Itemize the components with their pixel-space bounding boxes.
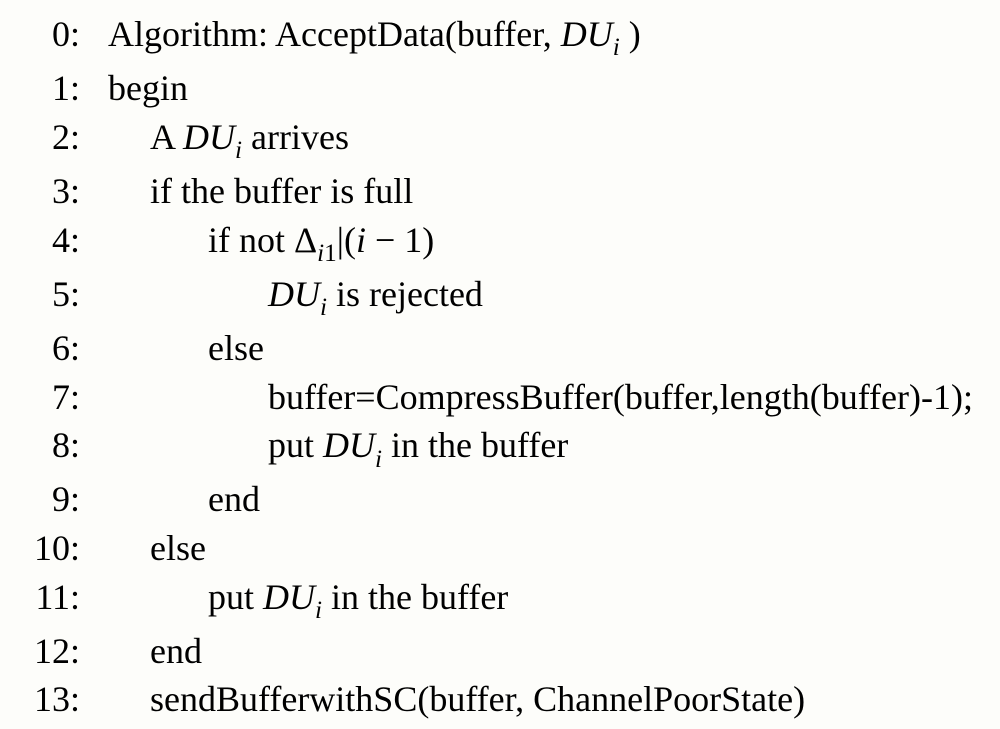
line-number: 1: bbox=[10, 64, 108, 113]
line-code: DUi is rejected bbox=[108, 270, 483, 324]
line-code: end bbox=[108, 627, 202, 676]
line-number: 5: bbox=[10, 270, 108, 319]
line-number: 2: bbox=[10, 113, 108, 162]
line-number: 7: bbox=[10, 373, 108, 422]
line-code: end bbox=[108, 475, 260, 524]
line-code: put DUi in the buffer bbox=[108, 421, 568, 475]
line-code: put DUi in the buffer bbox=[108, 573, 508, 627]
line-code: A DUi arrives bbox=[108, 113, 349, 167]
line-code: Algorithm: AcceptData(buffer, DUi ) bbox=[108, 10, 641, 64]
line-number: 13: bbox=[10, 675, 108, 724]
line-number: 14: bbox=[10, 724, 108, 729]
algorithm-listing: 0: Algorithm: AcceptData(buffer, DUi ) 1… bbox=[0, 0, 1000, 729]
line-code: if not Δi1|(i − 1) bbox=[108, 216, 434, 270]
algo-line: 7: buffer=CompressBuffer(buffer,length(b… bbox=[10, 373, 980, 422]
algo-line: 3: if the buffer is full bbox=[10, 167, 980, 216]
line-number: 3: bbox=[10, 167, 108, 216]
algo-line: 4: if not Δi1|(i − 1) bbox=[10, 216, 980, 270]
line-number: 9: bbox=[10, 475, 108, 524]
line-code: if the buffer is full bbox=[108, 167, 413, 216]
line-code: else bbox=[108, 524, 206, 573]
algo-line: 0: Algorithm: AcceptData(buffer, DUi ) bbox=[10, 10, 980, 64]
line-code: else bbox=[108, 324, 264, 373]
algo-line: 1: begin bbox=[10, 64, 980, 113]
line-number: 6: bbox=[10, 324, 108, 373]
line-code: sendBufferwithSC(buffer, ChannelPoorStat… bbox=[108, 675, 805, 724]
line-code: buffer=CompressBuffer(buffer,length(buff… bbox=[108, 373, 973, 422]
algo-line: 11: put DUi in the buffer bbox=[10, 573, 980, 627]
line-number: 0: bbox=[10, 10, 108, 59]
line-number: 11: bbox=[10, 573, 108, 622]
algo-line: 9: end bbox=[10, 475, 980, 524]
algo-line: 2: A DUi arrives bbox=[10, 113, 980, 167]
algo-line: 10: else bbox=[10, 524, 980, 573]
line-code: end bbox=[108, 724, 160, 729]
line-code: begin bbox=[108, 64, 188, 113]
algo-line: 8: put DUi in the buffer bbox=[10, 421, 980, 475]
algo-line: 12: end bbox=[10, 627, 980, 676]
algo-line: 14: end bbox=[10, 724, 980, 729]
line-number: 10: bbox=[10, 524, 108, 573]
line-number: 12: bbox=[10, 627, 108, 676]
line-number: 4: bbox=[10, 216, 108, 265]
line-number: 8: bbox=[10, 421, 108, 470]
algo-line: 6: else bbox=[10, 324, 980, 373]
algo-line: 13: sendBufferwithSC(buffer, ChannelPoor… bbox=[10, 675, 980, 724]
algo-line: 5: DUi is rejected bbox=[10, 270, 980, 324]
